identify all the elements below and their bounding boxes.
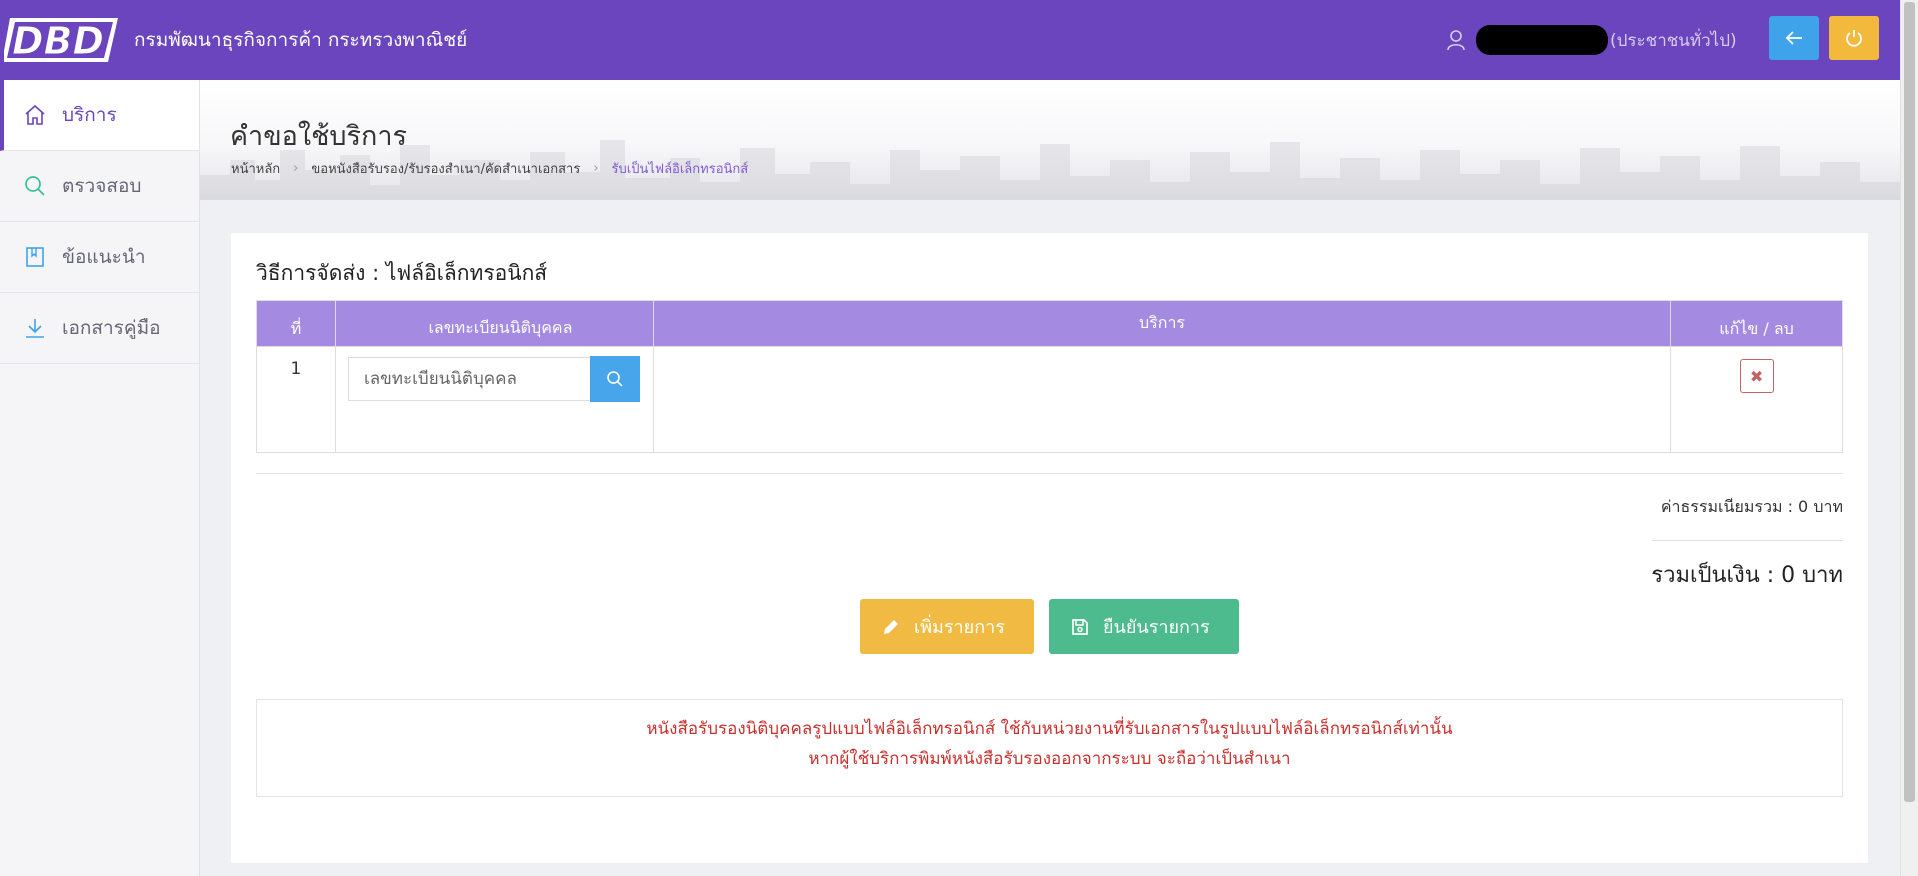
breadcrumb-home[interactable]: หน้าหลัก [231, 158, 280, 179]
breadcrumb-certificate[interactable]: ขอหนังสือรับรอง/รับรองสำเนา/คัดสำเนาเอกส… [311, 158, 580, 179]
confirm-button[interactable]: ยืนยันรายการ [1049, 599, 1239, 654]
user-area: (ประชาชนทั่วไป) [1446, 0, 1737, 80]
registration-number-input[interactable] [347, 357, 590, 401]
delete-row-button[interactable]: ✖ [1739, 359, 1774, 393]
dbd-logo[interactable]: DBD [2, 8, 126, 72]
request-table: ที่ เลขทะเบียนนิติบุคคล บริการ แก้ไข / ล… [256, 300, 1843, 453]
edit-delete-cell: ✖ [1670, 346, 1843, 453]
confirm-label: ยืนยันรายการ [1103, 617, 1210, 638]
redacted-username [1476, 25, 1608, 55]
home-icon [22, 102, 48, 128]
logout-button[interactable] [1829, 16, 1879, 60]
add-item-label: เพิ่มรายการ [914, 617, 1005, 638]
service-cell [652, 346, 1672, 453]
agency-name: กรมพัฒนาธุรกิจการค้า กระทรวงพาณิชย์ [134, 29, 468, 51]
back-button[interactable] [1769, 16, 1819, 60]
col-header-no: ที่ [256, 300, 336, 347]
user-role: (ประชาชนทั่วไป) [1610, 30, 1737, 51]
page-header: คำขอใช้บริการ หน้าหลัก › ขอหนังสือรับรอง… [200, 80, 1900, 200]
notice-line: หนังสือรับรองนิติบุคคลรูปแบบไฟล์อิเล็กทร… [646, 719, 1453, 739]
sidebar-item-label: เอกสารคู่มือ [62, 317, 161, 339]
registration-search-group [347, 356, 653, 402]
breadcrumb-current: รับเป็นไฟล์อิเล็กทรอนิกส์ [611, 162, 749, 177]
sidebar: บริการ ตรวจสอบ ข้อแนะนำ เอกสารคู่มือ [0, 80, 200, 876]
book-icon [22, 244, 48, 270]
page-title: คำขอใช้บริการ [230, 121, 408, 152]
col-header-edit-delete: แก้ไข / ลบ [1670, 300, 1843, 347]
divider [1652, 540, 1843, 541]
save-icon [1069, 616, 1091, 638]
user-icon [1446, 29, 1466, 51]
search-icon [22, 173, 48, 199]
divider [256, 473, 1843, 474]
svg-text:DBD: DBD [12, 19, 104, 63]
sidebar-item-label: บริการ [62, 104, 117, 126]
row-number: 1 [256, 346, 336, 453]
arrow-left-icon [1785, 31, 1802, 45]
chevron-right-icon: › [293, 161, 299, 176]
notice-line: หากผู้ใช้บริการพิมพ์หนังสือรับรองออกจากร… [808, 749, 1291, 769]
sidebar-item-label: ข้อแนะนำ [62, 246, 146, 268]
grand-total: รวมเป็นเงิน : 0 บาท [1651, 563, 1843, 588]
sidebar-item-manual[interactable]: เอกสารคู่มือ [0, 293, 199, 364]
download-icon [22, 315, 48, 341]
close-icon: ✖ [1749, 366, 1764, 386]
pencil-icon [880, 616, 902, 638]
top-header: DBD กรมพัฒนาธุรกิจการค้า กระทรวงพาณิชย์ … [0, 0, 1900, 80]
power-icon [1846, 30, 1862, 47]
table-row: 1 ✖ [256, 346, 1843, 453]
search-icon [607, 371, 623, 387]
delivery-method-label: วิธีการจัดส่ง : ไฟล์อิเล็กทรอนิกส์ [256, 261, 548, 285]
sidebar-item-check[interactable]: ตรวจสอบ [0, 151, 199, 222]
request-card: วิธีการจัดส่ง : ไฟล์อิเล็กทรอนิกส์ ที่ เ… [231, 233, 1868, 863]
fee-total: ค่าธรรมเนียมรวม : 0 บาท [1660, 497, 1843, 516]
col-header-registration: เลขทะเบียนนิติบุคคล [334, 300, 654, 347]
add-item-button[interactable]: เพิ่มรายการ [860, 599, 1034, 654]
sidebar-item-guide[interactable]: ข้อแนะนำ [0, 222, 199, 293]
form-actions: เพิ่มรายการ ยืนยันรายการ [860, 599, 1239, 654]
scrollbar-thumb[interactable] [1904, 2, 1915, 802]
page-scrollbar[interactable] [1900, 0, 1918, 876]
sidebar-item-service[interactable]: บริการ [0, 80, 199, 151]
registration-search-button[interactable] [589, 356, 640, 402]
sidebar-item-label: ตรวจสอบ [62, 175, 142, 197]
chevron-right-icon: › [593, 161, 599, 176]
registration-cell [334, 346, 654, 453]
breadcrumb: หน้าหลัก › ขอหนังสือรับรอง/รับรองสำเนา/ค… [231, 158, 748, 179]
table-header-row: ที่ เลขทะเบียนนิติบุคคล บริการ แก้ไข / ล… [256, 300, 1843, 347]
col-header-service: บริการ [652, 300, 1672, 347]
electronic-file-notice: หนังสือรับรองนิติบุคคลรูปแบบไฟล์อิเล็กทร… [256, 699, 1843, 797]
